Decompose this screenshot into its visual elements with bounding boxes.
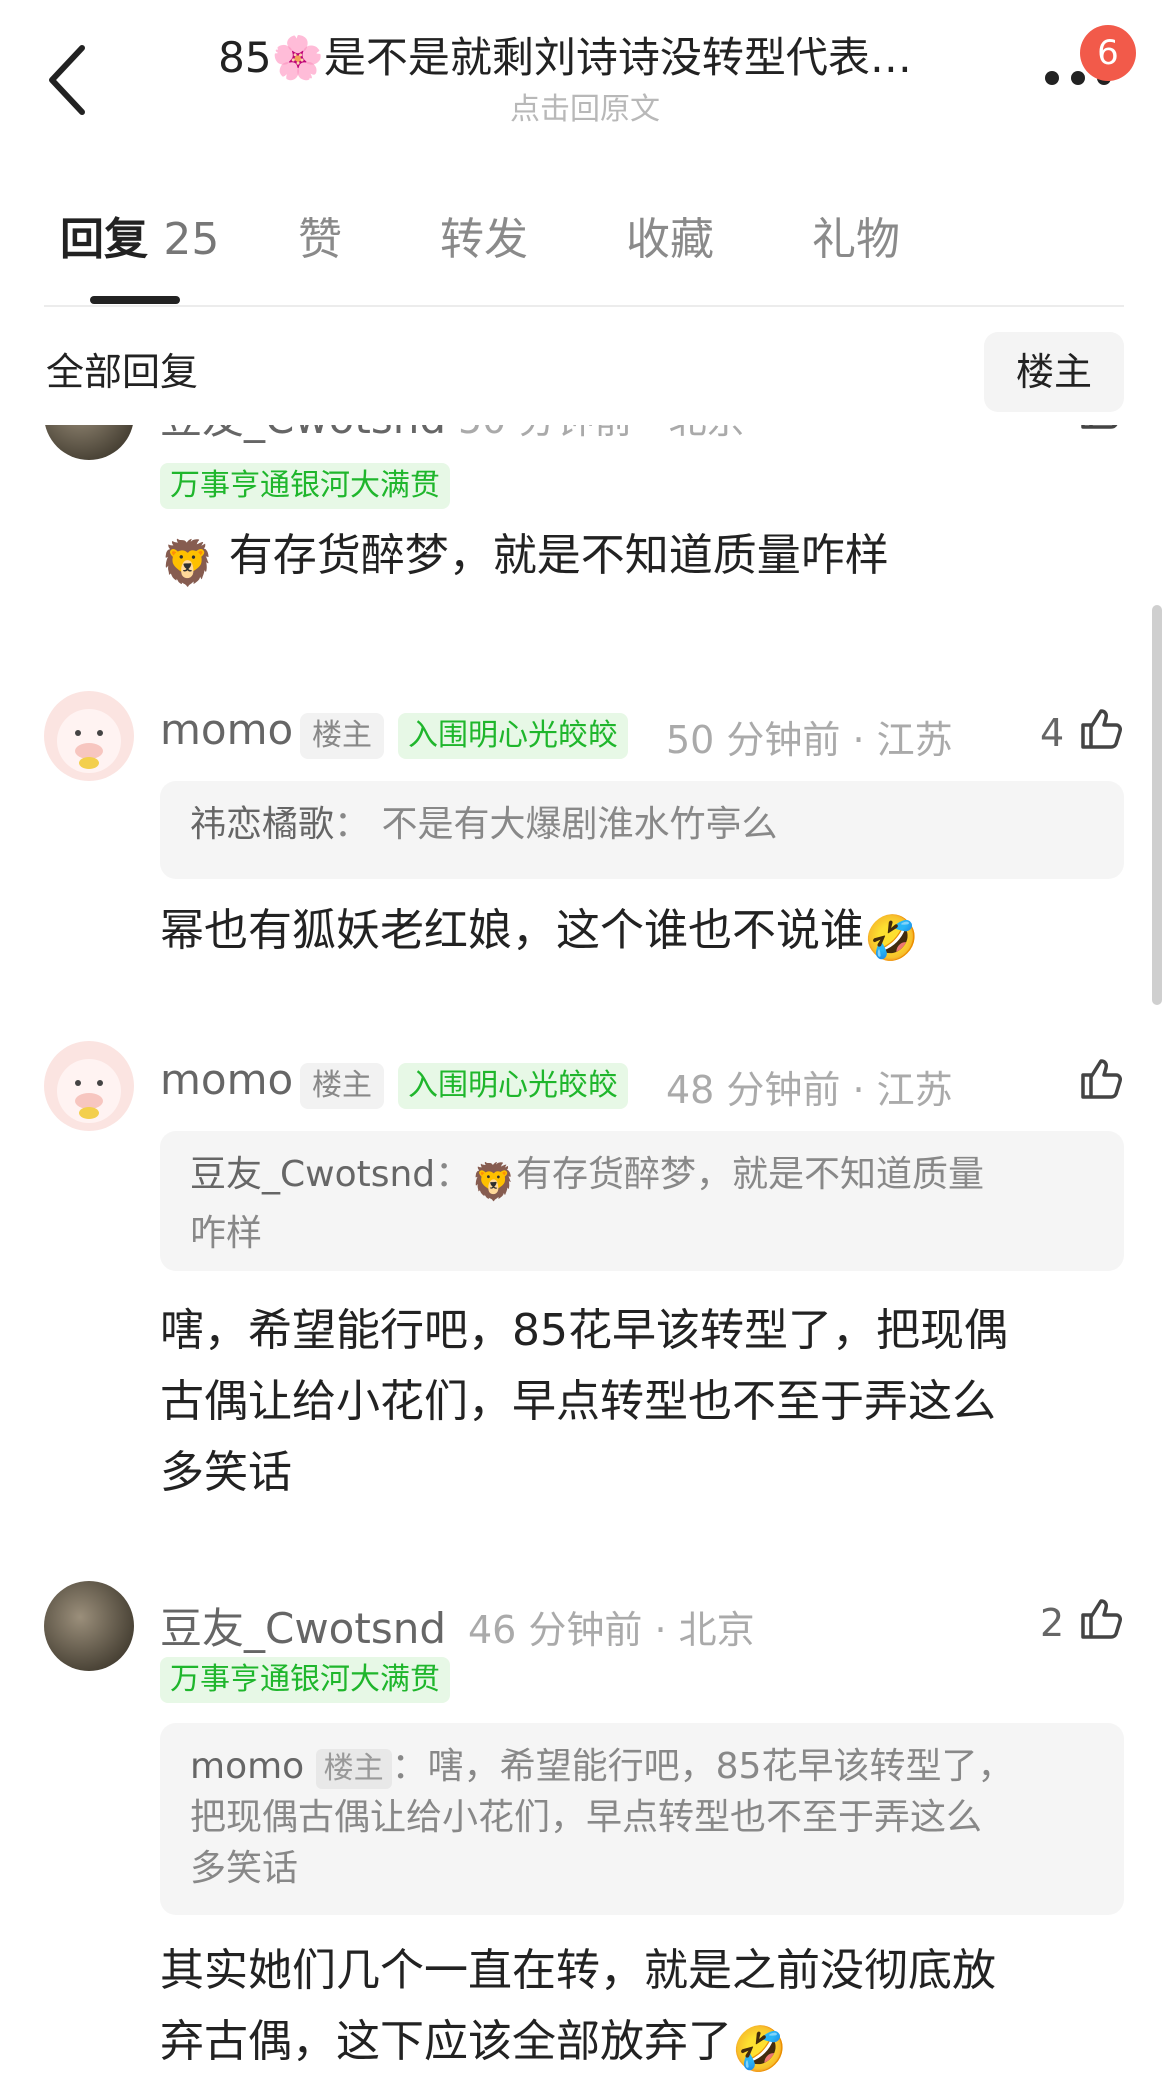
avatar[interactable]	[44, 1041, 134, 1131]
op-tag: 楼主	[300, 713, 384, 759]
divider	[44, 305, 1124, 307]
achievement-badge: 万事亨通银河大满贯	[160, 463, 450, 509]
comment-text-content: 其实她们几个一直在转，就是之前没彻底放 弃古偶，这下应该全部放弃了	[160, 1945, 996, 2067]
page-title[interactable]: 85🌸是不是就剩刘诗诗没转型代表…	[150, 28, 980, 88]
list-item: 豆友_Cwotsnd 46 分钟前 · 北京 2 万事亨通银河大满贯 momo …	[0, 1573, 1170, 2094]
achievement-badge: 入围明心光皎皎	[398, 713, 628, 759]
tab-label: 回复	[60, 214, 148, 265]
reply-list: 豆友_Cwotsnd 50 分钟前 · 北京 万事亨通银河大满贯 🦁 有存货醉梦…	[0, 425, 1170, 2094]
op-tag: 楼主	[315, 1749, 392, 1789]
achievement-badge: 入围明心光皎皎	[398, 1063, 628, 1109]
comment-text-content: 有存货醉梦，就是不知道质量咋样	[228, 530, 889, 581]
thumbs-up-icon	[1081, 1599, 1122, 1639]
time-location: 46 分钟前 · 北京	[468, 1608, 755, 1652]
quoted-reply[interactable]: 豆友_Cwotsnd：🦁有存货醉梦，就是不知道质量 咋样	[160, 1131, 1124, 1271]
list-item: 豆友_Cwotsnd 50 分钟前 · 北京 万事亨通银河大满贯 🦁 有存货醉梦…	[0, 425, 1170, 625]
like-count: 4	[1040, 711, 1065, 755]
quoted-user: momo	[190, 1746, 305, 1787]
lion-emoji-icon: 🦁	[160, 538, 215, 589]
thumbs-up-icon	[1081, 425, 1118, 429]
lion-emoji-icon: 🦁	[471, 1162, 516, 1203]
thumbs-up-icon	[1081, 1059, 1122, 1099]
comment-text: 幂也有狐妖老红娘，这个谁也不说谁🤣	[160, 895, 1124, 974]
comment-text: 嗐，希望能行吧，85花早该转型了，把现偶 古偶让给小花们，早点转型也不至于弄这么…	[160, 1305, 1008, 1498]
avatar[interactable]	[44, 425, 134, 460]
scrollbar[interactable]	[1152, 605, 1162, 1005]
list-item: momo 楼主 入围明心光皎皎 48 分钟前 · 江苏 豆友_Cwotsnd：🦁…	[0, 1033, 1170, 1553]
quote-separator: ：	[435, 1154, 472, 1195]
back-button[interactable]	[40, 40, 100, 120]
back-to-original-link[interactable]: 点击回原文	[400, 84, 770, 128]
list-item: momo 楼主 入围明心光皎皎 50 分钟前 · 江苏 4 祎恋橘歌： 不是有大…	[0, 683, 1170, 1003]
time-location: 50 分钟前 · 江苏	[666, 718, 953, 762]
time-location: 50 分钟前 · 北京	[458, 425, 745, 444]
home-indicator	[925, 2035, 1150, 2094]
quote-separator: ：	[391, 1746, 428, 1787]
quoted-user: 豆友_Cwotsnd	[190, 1154, 436, 1195]
quoted-reply[interactable]: 祎恋橘歌： 不是有大爆剧淮水竹亭么	[160, 781, 1124, 879]
quoted-user: 祎恋橘歌	[190, 804, 335, 845]
quoted-text: 不是有大爆剧淮水竹亭么	[370, 804, 778, 845]
tab-reposts[interactable]: 转发	[440, 210, 528, 270]
like-button[interactable]	[1078, 1595, 1124, 1645]
avatar[interactable]	[44, 691, 134, 781]
all-replies-label: 全部回复	[46, 350, 199, 394]
achievement-badge: 万事亨通银河大满贯	[160, 1657, 450, 1703]
like-button[interactable]	[1078, 425, 1124, 435]
quoted-reply[interactable]: momo 楼主 ：嗐，希望能行吧，85花早该转型了， 把现偶古偶让给小花们，早点转…	[160, 1723, 1124, 1915]
time-location: 48 分钟前 · 江苏	[666, 1068, 953, 1112]
username[interactable]: momo	[160, 705, 293, 754]
tab-favorites[interactable]: 收藏	[626, 210, 714, 270]
like-button[interactable]	[1078, 705, 1124, 755]
username[interactable]: 豆友_Cwotsnd	[160, 1595, 446, 1656]
avatar[interactable]	[44, 1581, 134, 1671]
tab-gifts[interactable]: 礼物	[812, 210, 900, 270]
op-only-filter-button[interactable]: 楼主	[984, 332, 1124, 412]
laughing-emoji-icon: 🤣	[732, 2024, 787, 2075]
comment-text: 🦁 有存货醉梦，就是不知道质量咋样	[160, 520, 1124, 599]
tab-replies[interactable]: 回复 25	[60, 210, 219, 270]
reply-count: 25	[163, 214, 220, 265]
username[interactable]: 豆友_Cwotsnd	[160, 425, 446, 446]
quoted-text: 嗐，希望能行吧，85花早该转型了， 把现偶古偶让给小花们，早点转型也不至于弄这么…	[190, 1746, 1014, 1889]
active-tab-indicator	[90, 296, 180, 304]
like-button[interactable]	[1078, 1055, 1124, 1105]
username[interactable]: momo	[160, 1055, 293, 1104]
tab-likes[interactable]: 赞	[298, 210, 342, 270]
op-tag: 楼主	[300, 1063, 384, 1109]
thumbs-up-icon	[1081, 709, 1122, 749]
comment-text-content: 幂也有狐妖老红娘，这个谁也不说谁	[160, 905, 864, 956]
like-count: 2	[1040, 1601, 1065, 1645]
notification-badge: 6	[1080, 25, 1136, 81]
chevron-left-icon	[49, 45, 85, 115]
quote-separator: ：	[334, 804, 371, 845]
laughing-emoji-icon: 🤣	[864, 913, 919, 964]
